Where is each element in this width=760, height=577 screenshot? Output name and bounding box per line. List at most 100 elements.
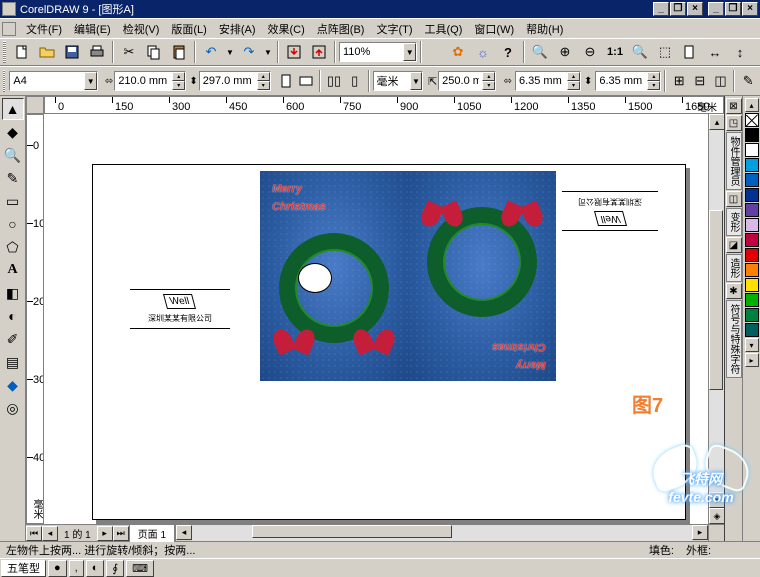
zoom-out-button[interactable]: ⊖	[578, 40, 602, 64]
landscape-button[interactable]	[297, 69, 317, 93]
menu-view[interactable]: 检视(V)	[117, 19, 166, 39]
docker-symbols[interactable]: 符号与特殊字符	[726, 300, 742, 378]
cut-button[interactable]: ✂	[117, 40, 141, 64]
nudge-field[interactable]: ▴▾	[438, 71, 496, 91]
swatch[interactable]	[745, 263, 759, 277]
zoom-in-button[interactable]: ⊕	[553, 40, 577, 64]
paste-button[interactable]	[167, 40, 191, 64]
ellipse-tool[interactable]: ○	[2, 213, 24, 235]
docker-close-button[interactable]: ⊠	[726, 98, 742, 114]
ruler-origin[interactable]	[26, 96, 44, 114]
launch-app2-button[interactable]: ☼	[471, 40, 495, 64]
page-width-field[interactable]: ▴▾	[114, 71, 186, 91]
horizontal-ruler[interactable]: 0 150 300 450 600 750 900 1050 1200 1350…	[44, 96, 724, 114]
docker-icon-1[interactable]: ◳	[726, 115, 742, 131]
interactive-transparency-tool[interactable]: ◐	[2, 305, 24, 327]
swatch-none[interactable]	[745, 113, 759, 127]
print-button[interactable]	[85, 40, 109, 64]
ime-btn-1[interactable]: ●	[48, 560, 67, 577]
vscroll-up-button[interactable]: ▴	[709, 114, 724, 130]
vscroll-down-button[interactable]: ▾	[709, 492, 724, 508]
canvas[interactable]: Well 深圳某某有限公司 MerryChristmas	[44, 114, 708, 524]
width-up-button[interactable]: ▴	[172, 72, 185, 81]
ime-mode-button[interactable]: 五笔型	[1, 560, 46, 577]
copy-button[interactable]	[142, 40, 166, 64]
docker-transform[interactable]: 变形	[726, 208, 742, 236]
page-next-button[interactable]: ▸	[97, 526, 113, 541]
shape-tool[interactable]: ◆	[2, 121, 24, 143]
nudge-down-button[interactable]: ▾	[482, 81, 495, 90]
unit-drop-button[interactable]: ▼	[410, 72, 421, 90]
paper-drop-button[interactable]: ▼	[84, 72, 97, 90]
dupy-field[interactable]: ▴▾	[595, 71, 661, 91]
page-tab[interactable]: 页面 1	[129, 524, 175, 542]
docker-icon-4[interactable]: ✱	[726, 283, 742, 299]
nudge-up-button[interactable]: ▴	[482, 72, 495, 81]
doc-close-button[interactable]: ×	[687, 2, 703, 16]
palette-up-button[interactable]: ▴	[745, 98, 759, 112]
menu-edit[interactable]: 编辑(E)	[68, 19, 117, 39]
swatch[interactable]	[745, 158, 759, 172]
swatch[interactable]	[745, 233, 759, 247]
swatch[interactable]	[745, 248, 759, 262]
swatch[interactable]	[745, 293, 759, 307]
zoom-levels-button[interactable]: 🔍	[528, 40, 552, 64]
menu-file[interactable]: 文件(F)	[20, 19, 68, 39]
dupx-field[interactable]: ▴▾	[515, 71, 581, 91]
vertical-scrollbar[interactable]: ▴ ▾ ◈	[708, 114, 724, 524]
menu-layout[interactable]: 版面(L)	[165, 19, 212, 39]
text-tool[interactable]: A	[2, 259, 24, 281]
propbar-grip[interactable]	[3, 70, 5, 92]
vscroll-pan-button[interactable]: ◈	[709, 508, 724, 524]
launch-app1-button[interactable]: ✿	[446, 40, 470, 64]
open-button[interactable]	[35, 40, 59, 64]
polygon-tool[interactable]: ⬠	[2, 236, 24, 258]
height-up-button[interactable]: ▴	[257, 72, 270, 81]
ime-btn-2[interactable]: ,	[69, 560, 84, 577]
zoom-all-button[interactable]: ⬚	[653, 40, 677, 64]
vscroll-thumb[interactable]	[709, 210, 723, 390]
redo-drop-button[interactable]: ▼	[262, 40, 274, 64]
paper-input[interactable]	[10, 72, 84, 90]
eyedropper-tool[interactable]: ✐	[2, 328, 24, 350]
vertical-ruler[interactable]: 0 100 200 300 400 毫米	[26, 114, 44, 524]
swatch[interactable]	[745, 308, 759, 322]
zoom-input[interactable]	[340, 43, 403, 61]
paper-combo[interactable]: ▼	[9, 71, 98, 91]
zoom-tool[interactable]: 🔍	[2, 144, 24, 166]
page-layout1-button[interactable]: ▯▯	[324, 69, 344, 93]
height-down-button[interactable]: ▾	[257, 81, 270, 90]
save-button[interactable]	[60, 40, 84, 64]
docker-icon-3[interactable]: ◪	[726, 237, 742, 253]
swatch[interactable]	[745, 173, 759, 187]
zoom-height-button[interactable]: ↕	[728, 40, 752, 64]
portrait-button[interactable]	[276, 69, 296, 93]
zoom-width-button[interactable]: ↔	[703, 40, 727, 64]
app-minimize-button[interactable]: _	[708, 2, 724, 16]
swatch[interactable]	[745, 323, 759, 337]
docker-object-manager[interactable]: 物件管理员	[726, 132, 742, 190]
options-button[interactable]: ✎	[738, 69, 758, 93]
swatch[interactable]	[745, 218, 759, 232]
width-down-button[interactable]: ▾	[172, 81, 185, 90]
menu-arrange[interactable]: 安排(A)	[213, 19, 262, 39]
swatch[interactable]	[745, 203, 759, 217]
zoom-actual-button[interactable]: 1:1	[603, 40, 627, 64]
docker-shape[interactable]: 造形	[726, 254, 742, 282]
page-prev-button[interactable]: ◂	[42, 526, 58, 541]
export-button[interactable]	[307, 40, 331, 64]
context-help-button[interactable]: ?	[496, 40, 520, 64]
redo-button[interactable]: ↷	[237, 40, 261, 64]
hscroll-right-button[interactable]: ▸	[692, 525, 708, 540]
pick-tool[interactable]: ▲	[2, 98, 24, 120]
doc-restore-button[interactable]: ❐	[670, 2, 686, 16]
fill-tool[interactable]: ◆	[2, 374, 24, 396]
palette-flyout-button[interactable]: ▸	[745, 353, 759, 367]
palette-down-button[interactable]: ▾	[745, 338, 759, 352]
toolbar-grip[interactable]	[3, 41, 6, 63]
ime-btn-4[interactable]: ∮	[106, 560, 124, 577]
new-button[interactable]	[10, 40, 34, 64]
snap-obj-button[interactable]: ◫	[711, 69, 731, 93]
page-first-button[interactable]: ⏮	[26, 526, 42, 541]
menu-help[interactable]: 帮助(H)	[520, 19, 569, 39]
